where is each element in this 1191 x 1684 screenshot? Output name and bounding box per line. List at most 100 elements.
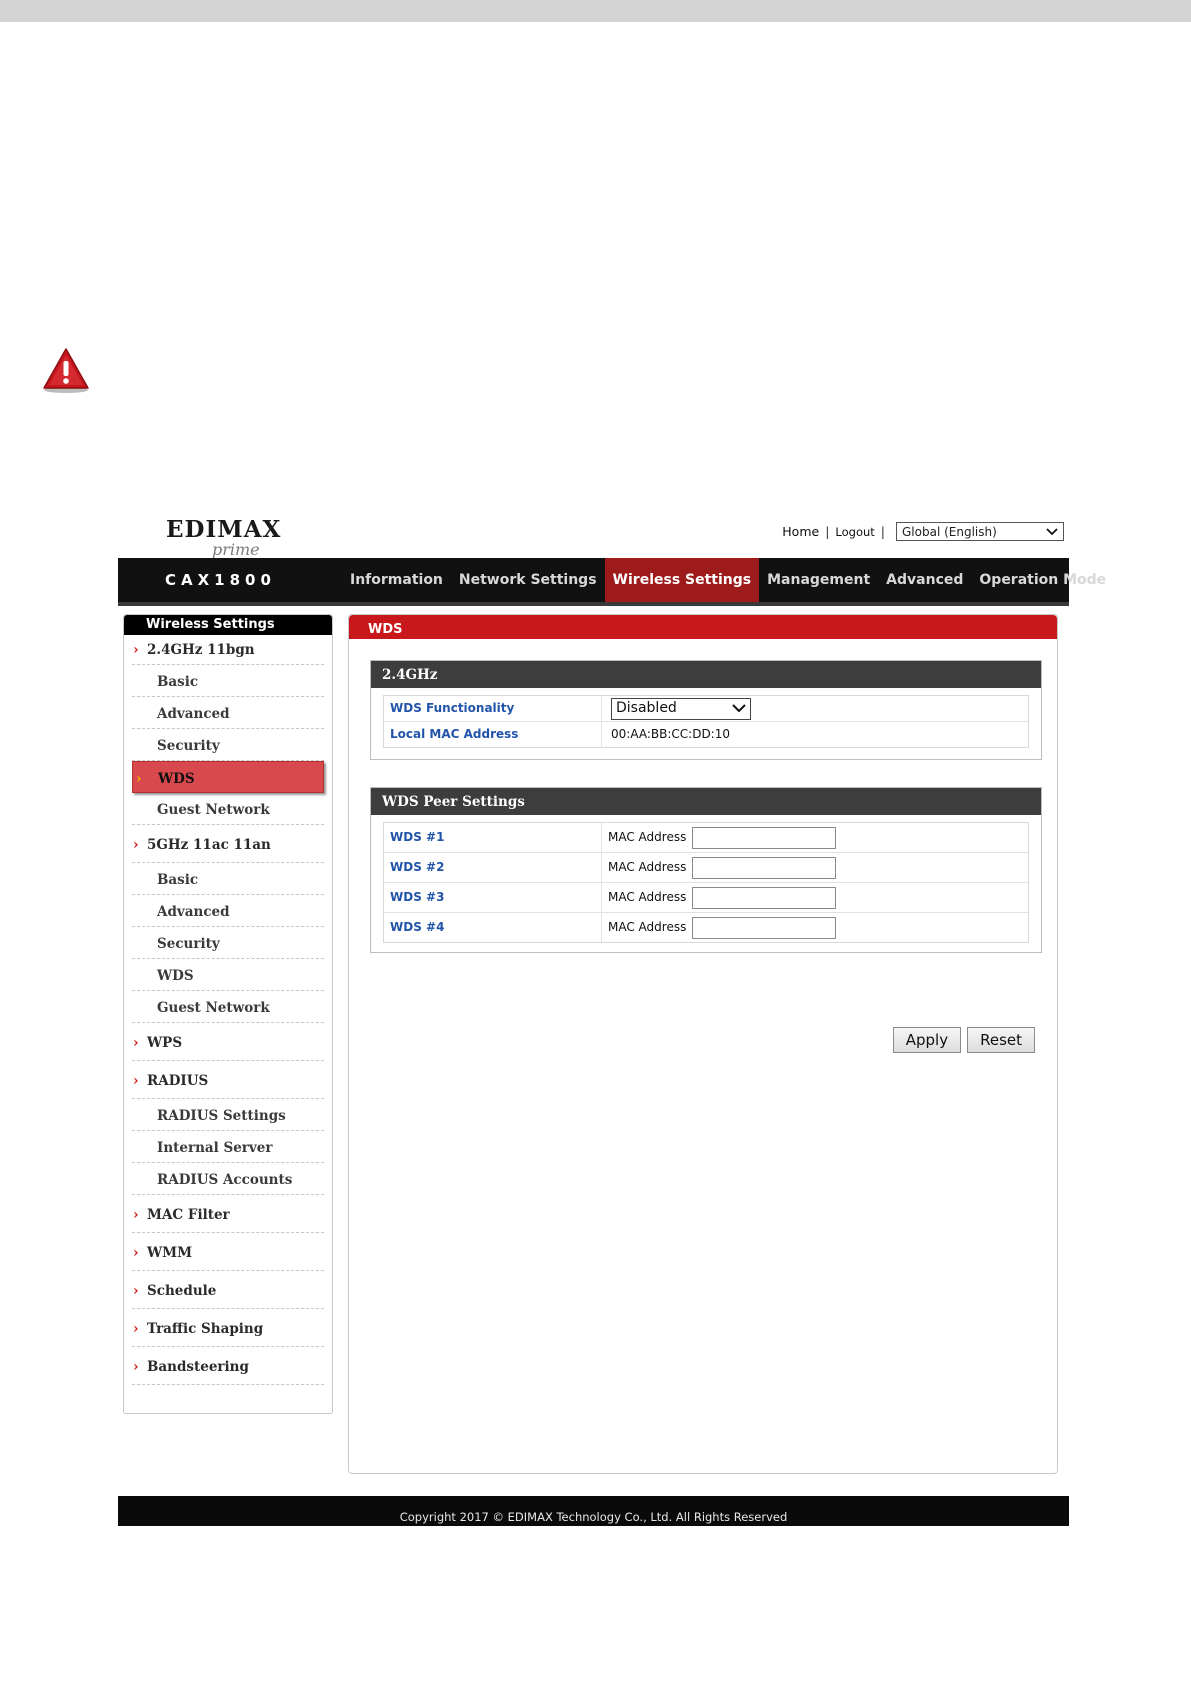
sidebar-item-guest-network-5g[interactable]: Guest Network (132, 991, 324, 1023)
sidebar-item-advanced[interactable]: Advanced (132, 697, 324, 729)
wds-peer-label: WDS #1 (384, 823, 602, 852)
language-value: Global (English) (902, 524, 997, 539)
table-row: Local MAC Address 00:AA:BB:CC:DD:10 (384, 722, 1028, 747)
sidebar-item-label: Internal Server (157, 1140, 273, 1156)
sidebar-item-wps[interactable]: › WPS (132, 1023, 324, 1061)
sidebar-item-label: Advanced (157, 904, 230, 920)
sidebar-item-label: Guest Network (157, 802, 270, 818)
sidebar-item-label: 2.4GHz 11bgn (147, 642, 255, 658)
sidebar-item-wmm[interactable]: › WMM (132, 1233, 324, 1271)
wds-functionality-cell: Disabled (602, 696, 1028, 721)
sidebar-item-internal-server[interactable]: Internal Server (132, 1131, 324, 1163)
sidebar-item-radius-accounts[interactable]: RADIUS Accounts (132, 1163, 324, 1195)
sidebar-item-label: Schedule (147, 1283, 217, 1299)
nav-operation-mode[interactable]: Operation Mode (971, 558, 1114, 602)
nav-menu: Information Network Settings Wireless Se… (342, 558, 1114, 602)
sidebar-item-label: Guest Network (157, 1000, 270, 1016)
sidebar-item-label: Security (157, 936, 220, 952)
sidebar-item-label: Security (157, 738, 220, 754)
language-select[interactable]: Global (English) (896, 522, 1064, 541)
sidebar-item-label: Basic (157, 674, 199, 690)
nav-information[interactable]: Information (342, 558, 451, 602)
sidebar-title: Wireless Settings (124, 615, 332, 635)
band-section: 2.4GHz WDS Functionality Disabled Local … (370, 660, 1042, 760)
wds-peer-2-mac-input[interactable] (692, 856, 836, 879)
reset-button[interactable]: Reset (967, 1027, 1035, 1053)
mac-address-label: MAC Address (608, 920, 687, 934)
sidebar-item-schedule[interactable]: › Schedule (132, 1271, 324, 1309)
table-row: WDS #4 MAC Address (384, 913, 1028, 942)
wds-peer-3-mac-input[interactable] (692, 886, 836, 909)
sidebar-item-label: RADIUS (147, 1073, 209, 1089)
mac-address-label: MAC Address (608, 830, 687, 844)
chevron-right-icon: › (133, 1073, 139, 1089)
sidebar-item-label: WDS (157, 968, 194, 984)
logout-link[interactable]: Logout (835, 525, 874, 539)
wds-functionality-label: WDS Functionality (384, 696, 602, 721)
chevron-right-icon: › (133, 1245, 139, 1261)
sidebar-item-5ghz[interactable]: › 5GHz 11ac 11an (132, 825, 324, 863)
sidebar-item-label: WMM (147, 1245, 193, 1261)
home-link[interactable]: Home (782, 524, 819, 539)
sidebar-item-mac-filter[interactable]: › MAC Filter (132, 1195, 324, 1233)
sidebar-item-2-4ghz[interactable]: › 2.4GHz 11bgn (132, 635, 324, 665)
sidebar-item-wds-5g[interactable]: WDS (132, 959, 324, 991)
wds-functionality-value: Disabled (616, 700, 677, 716)
chevron-right-icon: › (133, 1321, 139, 1337)
chevron-right-icon: › (133, 1207, 139, 1223)
sidebar-item-label: 5GHz 11ac 11an (147, 837, 271, 853)
chevron-right-icon: › (133, 1283, 139, 1299)
wds-peer-cell: MAC Address (602, 853, 1028, 882)
sidebar-item-label: WPS (147, 1035, 183, 1051)
chevron-right-icon: › (133, 837, 139, 853)
sidebar-item-advanced-5g[interactable]: Advanced (132, 895, 324, 927)
chevron-down-icon (1046, 527, 1058, 535)
sidebar: Wireless Settings › 2.4GHz 11bgn Basic Ad… (123, 614, 333, 1414)
wds-peer-label: WDS #4 (384, 913, 602, 942)
footer-copyright: Copyright 2017 © EDIMAX Technology Co., … (118, 1496, 1069, 1526)
sidebar-item-label: Advanced (157, 706, 230, 722)
chevron-down-icon (732, 704, 746, 713)
wds-peer-1-mac-input[interactable] (692, 826, 836, 849)
sidebar-item-security[interactable]: Security (132, 729, 324, 761)
main-navbar: CAX1800 Information Network Settings Wir… (118, 558, 1106, 606)
chevron-right-icon: › (133, 1035, 139, 1051)
logo-sub-text: prime (212, 540, 260, 559)
sidebar-item-label: MAC Filter (147, 1207, 230, 1223)
sidebar-item-basic[interactable]: Basic (132, 665, 324, 697)
sidebar-item-label: WDS (158, 771, 195, 787)
sidebar-item-security-5g[interactable]: Security (132, 927, 324, 959)
mac-address-label: MAC Address (608, 890, 687, 904)
sidebar-item-radius[interactable]: › RADIUS (132, 1061, 324, 1099)
peer-section-table: WDS #1 MAC Address WDS #2 MAC Address WD… (383, 822, 1029, 943)
link-separator: | (825, 524, 830, 539)
wds-functionality-select[interactable]: Disabled (611, 697, 751, 720)
chevron-right-icon: › (133, 642, 139, 658)
nav-management[interactable]: Management (759, 558, 878, 602)
mac-address-label: MAC Address (608, 860, 687, 874)
band-section-title: 2.4GHz (371, 661, 1041, 688)
sidebar-item-bandsteering[interactable]: › Bandsteering (132, 1347, 324, 1385)
sidebar-item-radius-settings[interactable]: RADIUS Settings (132, 1099, 324, 1131)
sidebar-item-label: RADIUS Accounts (157, 1172, 293, 1188)
form-buttons: Apply Reset (892, 1027, 1035, 1053)
page-top-bar (0, 0, 1191, 22)
sidebar-item-traffic-shaping[interactable]: › Traffic Shaping (132, 1309, 324, 1347)
link-separator: | (880, 524, 885, 539)
nav-network-settings[interactable]: Network Settings (451, 558, 605, 602)
sidebar-item-label: Bandsteering (147, 1359, 249, 1375)
nav-wireless-settings[interactable]: Wireless Settings (604, 558, 760, 602)
edimax-logo: EDIMAX prime (166, 516, 280, 560)
wds-peer-4-mac-input[interactable] (692, 916, 836, 939)
sidebar-item-guest-network[interactable]: Guest Network (132, 793, 324, 825)
nav-advanced[interactable]: Advanced (878, 558, 971, 602)
warning-icon (43, 348, 89, 393)
sidebar-item-basic-5g[interactable]: Basic (132, 863, 324, 895)
router-admin-screenshot: EDIMAX prime Home | Logout | Global (Eng… (118, 508, 1106, 1526)
table-row: WDS #2 MAC Address (384, 853, 1028, 883)
apply-button[interactable]: Apply (892, 1027, 962, 1053)
wds-peer-cell: MAC Address (602, 883, 1028, 912)
sidebar-item-wds[interactable]: › WDS (132, 761, 324, 793)
local-mac-label: Local MAC Address (384, 722, 602, 747)
top-links: Home | Logout | Global (English) (782, 522, 1064, 541)
